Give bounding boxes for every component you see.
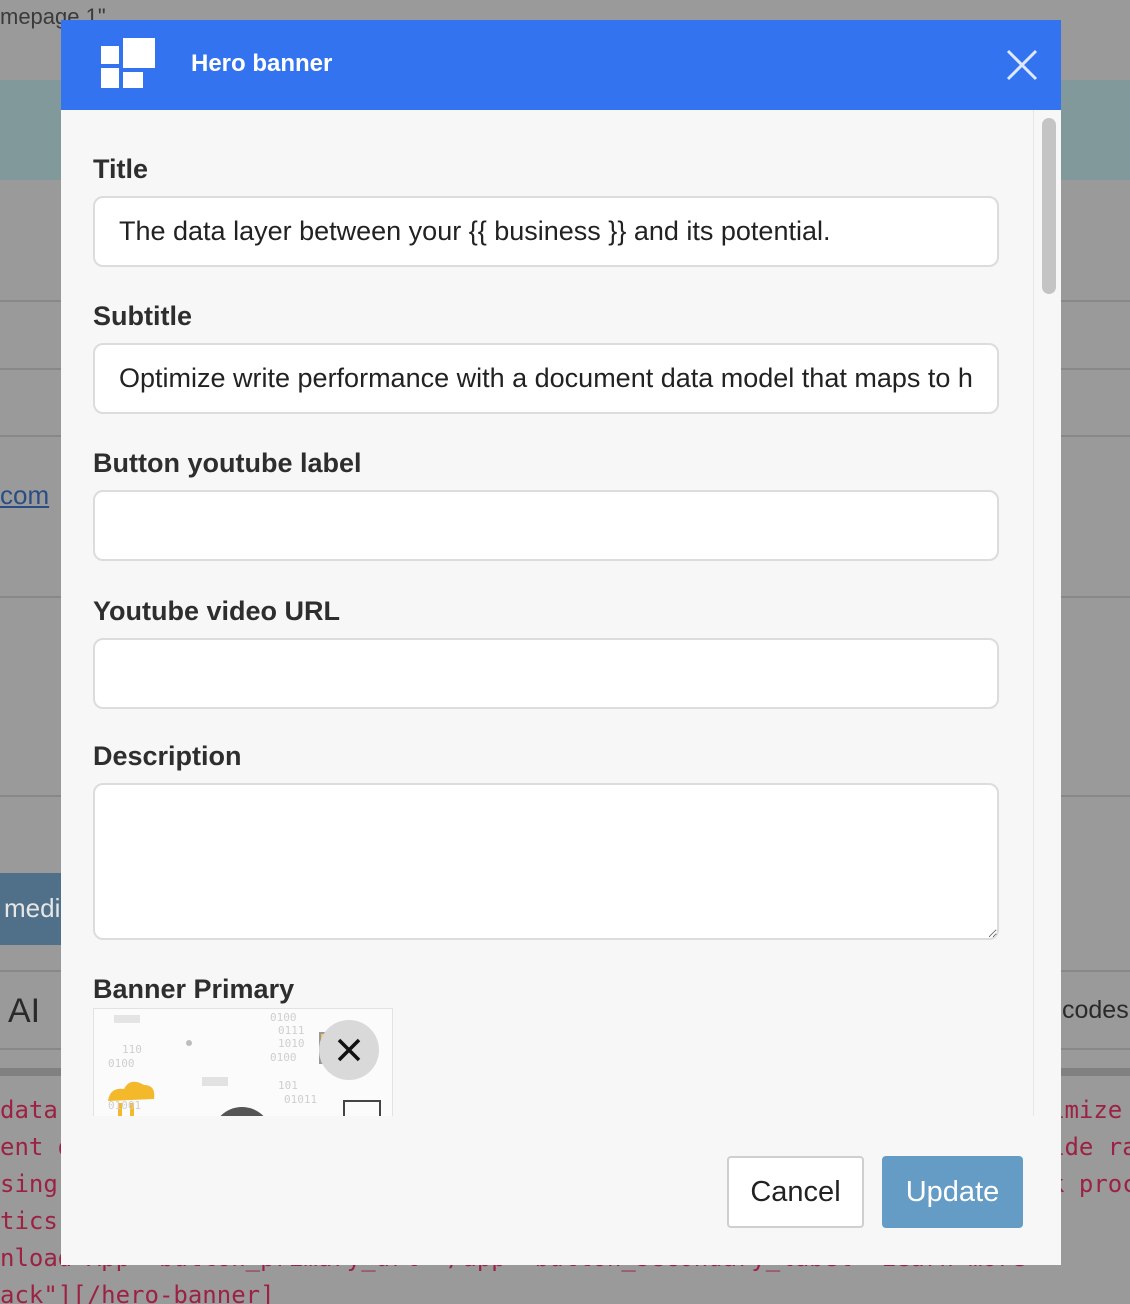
- svg-text:1010: 1010: [278, 1037, 305, 1050]
- title-field-group: Title: [93, 154, 999, 267]
- svg-text:0111: 0111: [278, 1024, 305, 1037]
- svg-text:0100: 0100: [270, 1051, 297, 1064]
- background-codes-label: codes: [1062, 996, 1129, 1024]
- modal-title: Hero banner: [191, 50, 333, 77]
- subtitle-label: Subtitle: [93, 301, 192, 331]
- modal-body: Title Subtitle Button youtube label Yout…: [61, 110, 1031, 1116]
- subtitle-field-group: Subtitle: [93, 301, 999, 414]
- youtube-label-label: Button youtube label: [93, 448, 362, 478]
- svg-text:0100: 0100: [270, 1011, 297, 1024]
- hero-banner-modal: Hero banner Title Subtitle Button youtub…: [61, 20, 1061, 1265]
- youtube-url-label: Youtube video URL: [93, 596, 340, 626]
- close-icon[interactable]: [1003, 46, 1041, 84]
- grid-blocks-icon: [101, 38, 155, 88]
- description-field-group: Description: [93, 741, 999, 940]
- background-media-button: medi: [0, 873, 64, 945]
- scrollbar-thumb[interactable]: [1042, 118, 1056, 294]
- svg-text:101: 101: [278, 1079, 298, 1092]
- modal-header: Hero banner: [61, 20, 1061, 110]
- title-label: Title: [93, 154, 149, 184]
- modal-scrollbar[interactable]: [1033, 110, 1061, 1116]
- svg-text:01011: 01011: [284, 1093, 317, 1106]
- description-label: Description: [93, 741, 242, 771]
- code-line: ack"][/hero-banner]: [0, 1281, 275, 1304]
- close-icon: [337, 1038, 361, 1062]
- description-textarea[interactable]: [93, 783, 999, 940]
- youtube-label-field-group: Button youtube label: [93, 448, 999, 561]
- banner-primary-group: Banner Primary: [93, 974, 999, 1010]
- youtube-url-input[interactable]: [93, 638, 999, 709]
- cancel-button[interactable]: Cancel: [727, 1156, 864, 1228]
- title-input[interactable]: [93, 196, 999, 267]
- text-size-icon: AI: [8, 992, 41, 1030]
- banner-primary-label: Banner Primary: [93, 974, 295, 1004]
- youtube-url-field-group: Youtube video URL: [93, 596, 999, 709]
- svg-text:110: 110: [122, 1043, 142, 1056]
- remove-banner-button[interactable]: [319, 1020, 379, 1080]
- subtitle-input[interactable]: [93, 343, 999, 414]
- modal-footer: Cancel Update: [61, 1116, 1061, 1265]
- svg-text:01001: 01001: [108, 1099, 141, 1112]
- background-link: com: [0, 480, 50, 510]
- svg-text:0100: 0100: [108, 1057, 135, 1070]
- youtube-label-input[interactable]: [93, 490, 999, 561]
- update-button[interactable]: Update: [882, 1156, 1023, 1228]
